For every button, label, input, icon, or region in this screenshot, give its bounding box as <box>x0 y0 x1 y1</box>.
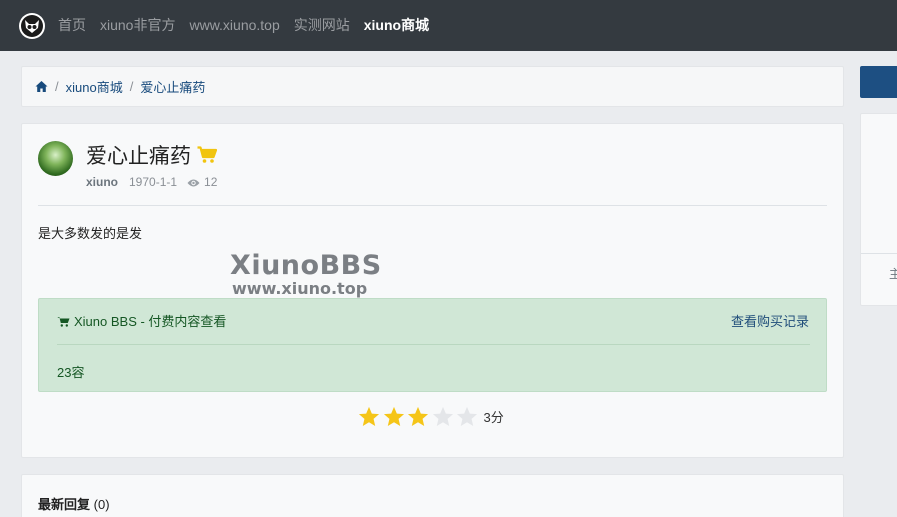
breadcrumb-separator: / <box>129 79 134 94</box>
eye-icon <box>187 177 200 187</box>
star-rating: 3分 <box>358 406 504 427</box>
paid-content-header: Xiuno BBS - 付费内容查看 <box>57 311 226 330</box>
top-navbar: 首页 xiuno非官方 www.xiuno.top 实测网站 xiuno商城 <box>0 0 897 51</box>
replies-card: 最新回复 (0) <box>21 474 844 517</box>
sidebar-primary-button[interactable] <box>860 66 897 98</box>
avatar[interactable] <box>38 141 73 176</box>
star-empty-icon[interactable] <box>432 406 454 427</box>
breadcrumb-item-thread[interactable]: 爱心止痛药 <box>140 77 205 96</box>
shopping-cart-icon <box>57 315 70 327</box>
rating-score: 3分 <box>483 410 504 425</box>
thread-card: 爱心止痛药 xiuno 1970-1-1 12 是大多数发的是发 XiunoBB… <box>21 123 844 458</box>
nav-link-site[interactable]: www.xiuno.top <box>189 0 279 51</box>
thread-body: 是大多数发的是发 <box>38 226 143 241</box>
owl-logo-icon[interactable] <box>19 12 45 39</box>
star-icon[interactable] <box>383 406 405 427</box>
paid-divider <box>57 344 810 345</box>
replies-count: (0) <box>93 497 110 512</box>
post-date: 1970-1-1 <box>129 175 178 189</box>
breadcrumb-item-shop[interactable]: xiuno商城 <box>66 77 123 96</box>
watermark-sub: www.xiuno.top <box>232 279 368 298</box>
nav-links: 首页 xiuno非官方 www.xiuno.top 实测网站 xiuno商城 <box>58 0 443 51</box>
paid-content-box: Xiuno BBS - 付费内容查看 查看购买记录 23容 <box>38 298 827 392</box>
sidebar-card: 主 <box>860 113 897 306</box>
shopping-cart-icon <box>197 146 218 164</box>
breadcrumb-separator: / <box>55 79 59 94</box>
paid-content-title: Xiuno BBS - 付费内容查看 <box>74 314 227 329</box>
thread-title-text: 爱心止痛药 <box>86 145 191 168</box>
nav-link-shop[interactable]: xiuno商城 <box>364 0 429 51</box>
nav-link-unofficial[interactable]: xiuno非官方 <box>100 0 175 51</box>
breadcrumb: / xiuno商城 / 爱心止痛药 <box>21 66 844 107</box>
sidebar-text: 主 <box>889 265 897 282</box>
home-icon[interactable] <box>35 80 48 93</box>
paid-content-text: 23容 <box>57 365 85 380</box>
replies-heading: 最新回复 <box>38 497 91 512</box>
star-empty-icon[interactable] <box>456 406 478 427</box>
sidebar-divider <box>861 253 897 254</box>
nav-link-test-site[interactable]: 实测网站 <box>294 0 350 51</box>
replies-title: 最新回复 (0) <box>38 494 110 513</box>
nav-link-home[interactable]: 首页 <box>58 0 86 51</box>
watermark-main: XiunoBBS <box>230 250 382 281</box>
author-name[interactable]: xiuno <box>86 175 118 189</box>
view-count: 12 <box>204 175 218 189</box>
purchase-records-link[interactable]: 查看购买记录 <box>731 311 809 330</box>
header-divider <box>38 205 827 206</box>
thread-meta: xiuno 1970-1-1 12 <box>86 175 217 189</box>
star-icon[interactable] <box>407 406 429 427</box>
watermark: XiunoBBS www.xiuno.top <box>230 251 382 297</box>
thread-title: 爱心止痛药 <box>86 140 218 170</box>
star-icon[interactable] <box>358 406 380 427</box>
